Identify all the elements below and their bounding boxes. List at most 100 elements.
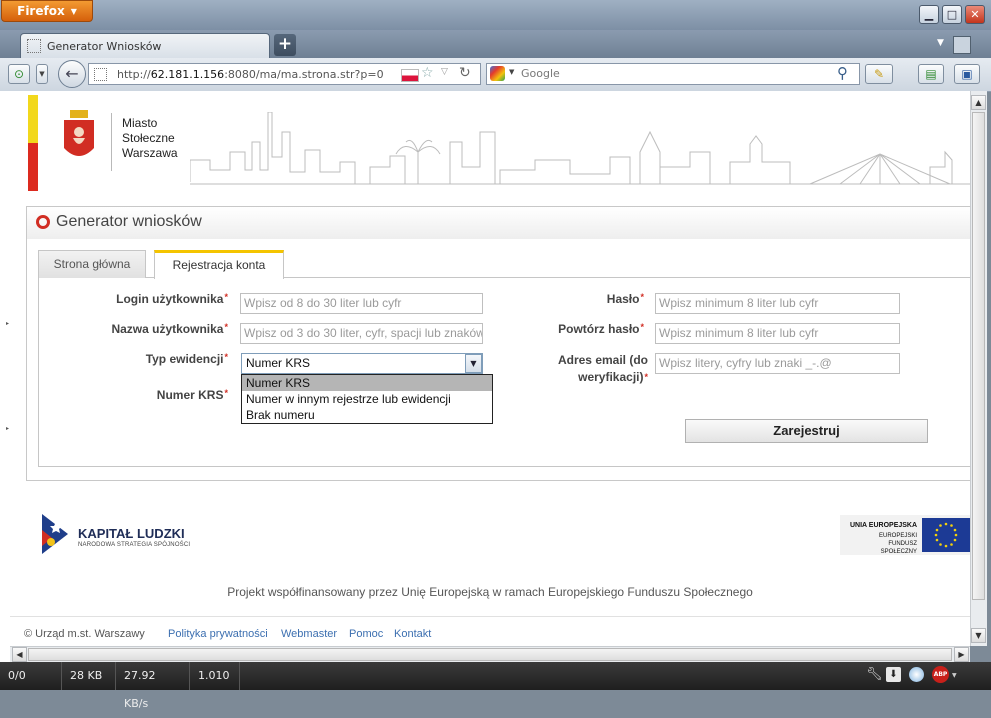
- eu-subtitle: EUROPEJSKI FUNDUSZ SPOŁECZNY: [878, 533, 917, 555]
- tab-home[interactable]: Strona główna: [38, 250, 146, 278]
- url-dropdown-icon[interactable]: ▽: [441, 67, 448, 77]
- status-cell: 1.010: [190, 662, 240, 690]
- kl-title: KAPITAŁ LUDZKI: [78, 526, 185, 541]
- kl-subtitle: NARODOWA STRATEGIA SPÓJNOŚCI: [78, 542, 191, 548]
- vertical-scroll-thumb[interactable]: [972, 112, 985, 600]
- password-label: Hasło*: [606, 292, 644, 306]
- extension-button[interactable]: ▣: [954, 64, 980, 84]
- search-icon[interactable]: ⚲: [837, 64, 848, 82]
- tab-list-icon[interactable]: ▼: [937, 38, 944, 48]
- status-cell: 0/0: [0, 662, 62, 690]
- brand-separator: [111, 113, 112, 171]
- contact-link[interactable]: Kontakt: [394, 628, 431, 640]
- sync-button[interactable]: ⊙: [8, 64, 30, 84]
- minimize-button[interactable]: ▁: [919, 5, 939, 24]
- scroll-down-icon[interactable]: ▼: [971, 628, 986, 643]
- webmaster-link[interactable]: Webmaster: [281, 628, 337, 640]
- tab-groups-icon[interactable]: [953, 36, 971, 54]
- brand-name: Miasto Stołeczne Warszawa: [122, 116, 178, 161]
- warsaw-skyline-illustration: [190, 112, 970, 185]
- header-stripe-yellow: [28, 95, 38, 143]
- scroll-right-icon[interactable]: ▶: [954, 647, 969, 662]
- login-label: Login użytkownika*: [116, 292, 228, 306]
- password-input[interactable]: Wpisz minimum 8 liter lub cyfr: [655, 293, 900, 314]
- maximize-button[interactable]: □: [942, 5, 962, 24]
- chevron-down-icon: ▼: [39, 70, 45, 78]
- dropdown-option[interactable]: Numer w innym rejestrze lub ewidencji: [242, 391, 492, 407]
- header-stripe-red: [28, 143, 38, 191]
- back-button[interactable]: ←: [58, 60, 86, 88]
- bookmark-star-icon[interactable]: ☆: [421, 65, 434, 81]
- warsaw-crest-logo: [64, 110, 94, 156]
- tab-registration[interactable]: Rejestracja konta: [154, 250, 284, 279]
- project-funding-note: Projekt współfinansowany przez Unię Euro…: [227, 585, 753, 599]
- email-input[interactable]: Wpisz litery, cyfry lub znaki _-.@: [655, 353, 900, 374]
- status-globe-icon[interactable]: [909, 667, 924, 682]
- dropdown-option[interactable]: Numer KRS: [242, 375, 492, 391]
- panel-title: Generator wniosków: [56, 213, 202, 230]
- extension-icon: ▣: [961, 67, 973, 81]
- firefox-menu-button[interactable]: Firefox ▼: [1, 0, 93, 22]
- adblock-icon[interactable]: ABP: [932, 666, 949, 683]
- browser-tab-title: Generator Wniosków: [47, 39, 162, 53]
- evidence-type-select[interactable]: Numer KRS: [241, 353, 483, 374]
- dropdown-option[interactable]: Brak numeru: [242, 407, 492, 423]
- wrench-icon[interactable]: 🔧︎: [866, 667, 883, 682]
- chevron-down-icon[interactable]: ▼: [465, 354, 482, 373]
- download-icon[interactable]: ⬇︎: [886, 667, 901, 682]
- maximize-icon: □: [946, 8, 958, 21]
- addon-button[interactable]: ✎: [865, 64, 893, 84]
- login-input[interactable]: Wpisz od 8 do 30 liter lub cyfr: [240, 293, 483, 314]
- eu-title: UNIA EUROPEJSKA: [850, 522, 918, 529]
- scroll-left-icon[interactable]: ◀: [12, 647, 27, 662]
- close-button[interactable]: ✕: [965, 5, 985, 24]
- sync-icon: ⊙: [13, 67, 25, 81]
- evidence-type-label: Typ ewidencji*: [145, 352, 228, 366]
- password-repeat-label: Powtórz hasło*: [558, 322, 644, 336]
- new-tab-button[interactable]: +: [274, 34, 296, 56]
- collapse-arrow-icon[interactable]: ▸: [6, 320, 9, 327]
- firefox-menu-label: Firefox: [17, 4, 65, 18]
- evidence-type-dropdown: Numer KRS Numer w innym rejestrze lub ew…: [241, 374, 493, 424]
- close-icon: ✕: [970, 8, 980, 21]
- horizontal-scroll-thumb[interactable]: [28, 648, 952, 661]
- kapital-ludzki-logo: [42, 514, 68, 554]
- window-titlebar: [0, 0, 991, 30]
- chevron-down-icon[interactable]: ▼: [509, 68, 514, 76]
- chevron-down-icon[interactable]: ▼: [952, 672, 957, 679]
- left-edge: [0, 91, 10, 662]
- scroll-up-icon[interactable]: ▲: [971, 95, 986, 110]
- help-link[interactable]: Pomoc: [349, 628, 383, 640]
- new-tab-icon: +: [277, 34, 293, 54]
- document-icon: ▤: [925, 67, 937, 81]
- url-bar[interactable]: http://62.181.1.156:8080/ma/ma.strona.st…: [88, 63, 481, 85]
- collapse-arrow-icon[interactable]: ▸: [6, 425, 9, 432]
- register-button[interactable]: Zarejestruj: [685, 419, 928, 443]
- footer-separator: [10, 616, 970, 617]
- page-action-button[interactable]: ▤: [918, 64, 944, 84]
- copyright: © Urząd m.st. Warszawy: [24, 628, 145, 640]
- brand-line: Stołeczne: [122, 131, 175, 145]
- page-icon: [27, 39, 41, 53]
- eu-flag-logo: [922, 518, 970, 552]
- status-cell: 27.92 KB/s: [116, 662, 190, 710]
- email-label: Adres email (do weryfikacji)*: [557, 353, 648, 384]
- google-icon: [490, 66, 505, 81]
- username-input[interactable]: Wpisz od 3 do 30 liter, cyfr, spacji lub…: [240, 323, 483, 344]
- chevron-down-icon: ▼: [70, 6, 77, 16]
- krs-number-label: Numer KRS*: [156, 388, 228, 402]
- search-box[interactable]: ▼ Google ⚲: [486, 63, 860, 85]
- poland-flag-icon: [401, 69, 419, 82]
- password-repeat-input[interactable]: Wpisz minimum 8 liter lub cyfr: [655, 323, 900, 344]
- search-placeholder: Google: [521, 67, 560, 80]
- browser-tab[interactable]: Generator Wniosków: [20, 33, 270, 58]
- site-identity-icon: [94, 68, 107, 81]
- addon-icon: ✎: [873, 67, 885, 81]
- reload-icon[interactable]: ↻: [459, 65, 471, 81]
- url-text: http://62.181.1.156:8080/ma/ma.strona.st…: [117, 67, 384, 81]
- privacy-link[interactable]: Polityka prywatności: [168, 628, 268, 640]
- brand-line: Warszawa: [122, 146, 178, 160]
- history-dropdown[interactable]: ▼: [36, 64, 48, 84]
- generator-logo-icon: [36, 215, 50, 229]
- username-label: Nazwa użytkownika*: [111, 322, 228, 336]
